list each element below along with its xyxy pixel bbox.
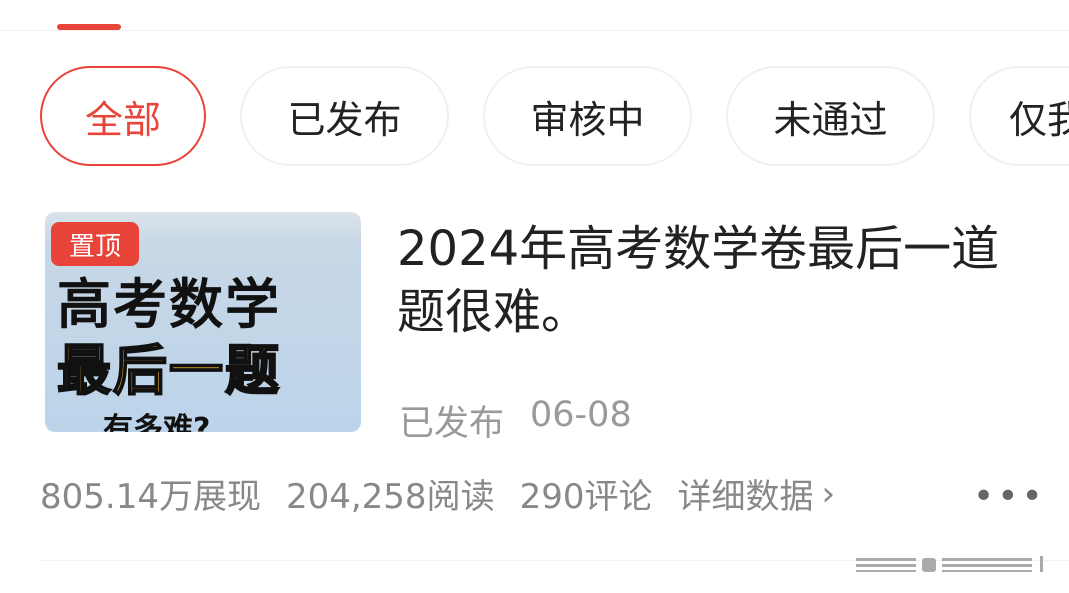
article-title[interactable]: 2024年高考数学卷最后一道题很难。	[397, 218, 1017, 344]
article-date: 06-08	[530, 395, 632, 435]
chevron-right-icon: ›	[821, 473, 836, 514]
thumbnail-text-line2: 最后一题	[56, 338, 281, 403]
tab-rejected[interactable]: 未通过	[726, 66, 935, 166]
impressions-count: 805.14万展现	[40, 477, 261, 517]
details-link[interactable]: 详细数据 ›	[677, 469, 835, 518]
details-label: 详细数据	[677, 477, 814, 517]
article-meta: 已发布 06-08	[399, 395, 632, 446]
top-divider	[0, 30, 1069, 31]
thumbnail-text-line3: 有多难?	[103, 412, 211, 432]
article-status: 已发布	[399, 404, 505, 444]
article-stats: 805.14万展现 204,258阅读 290评论 详细数据 ›	[40, 469, 835, 518]
more-dots-icon[interactable]: •••	[973, 476, 1046, 517]
reads-count: 204,258阅读	[285, 477, 495, 517]
tab-all[interactable]: 全部	[40, 66, 206, 166]
tab-published[interactable]: 已发布	[240, 66, 449, 166]
pinned-badge: 置顶	[51, 222, 139, 266]
tab-under-review[interactable]: 审核中	[483, 66, 692, 166]
watermark-icon	[856, 556, 1043, 572]
filter-tabs: 全部 已发布 审核中 未通过 仅我	[40, 66, 1069, 166]
tab-private[interactable]: 仅我	[969, 66, 1069, 166]
comments-count: 290评论	[519, 477, 653, 517]
